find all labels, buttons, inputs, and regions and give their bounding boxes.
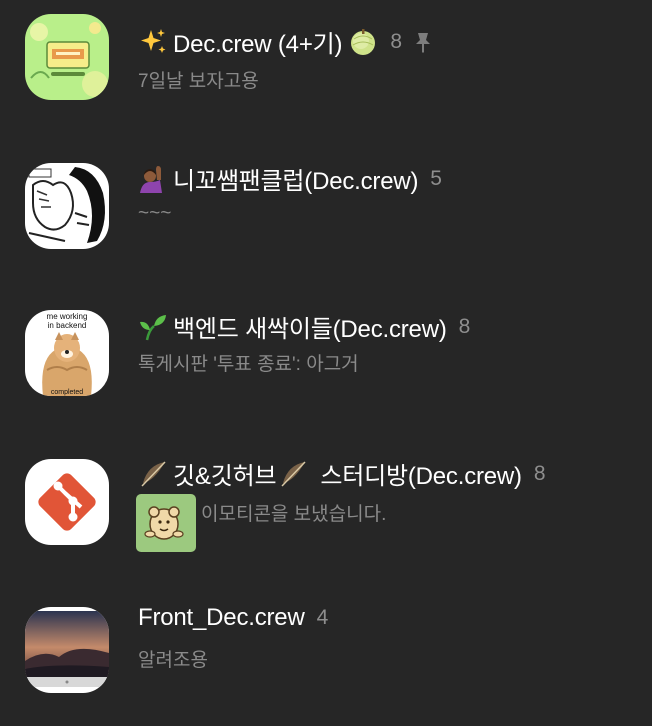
melon-icon [348,27,378,57]
feather-icon [278,459,308,489]
feather-icon [138,459,168,489]
chat-title: 니꼬쌤팬클럽(Dec.crew) [173,168,419,195]
last-message: 알려조용 [138,650,208,671]
chat-item-nico-fanclub[interactable]: 니꼬쌤팬클럽(Dec.crew) 5 ~~~ [0,137,652,277]
last-message: 톡게시판 '투표 종료': 아그거 [138,354,359,375]
chat-item-dec-crew[interactable]: Dec.crew (4+기) 8 7일날 보자고용 [0,0,652,140]
avatar-caption-mid: in backend [48,321,87,330]
chat-title: 백엔드 새싹이들(Dec.crew) [173,316,447,343]
member-count: 8 [533,461,546,485]
chat-title-part2: 스터디방(Dec.crew) [320,463,522,490]
seedling-icon [138,312,168,342]
chat-avatar [25,607,109,693]
chat-item-backend[interactable]: me working in backend completed 백엔드 새싹이들… [0,285,652,425]
member-count: 8 [390,29,402,53]
last-message: 이모티콘을 보냈습니다. [201,504,387,525]
chat-title-part1: 깃&깃허브 [173,463,277,490]
chat-avatar: me working in backend completed [25,310,109,396]
pin-icon [414,31,432,53]
chat-avatar [25,14,109,100]
avatar-caption-top: me working [47,312,88,321]
sparkles-icon [138,27,168,57]
last-message: 7일날 보자고용 [138,71,259,92]
chat-avatar [25,459,109,545]
chat-item-git-study[interactable]: 깃&깃허브 스터디방(Dec.crew) 8 이모티콘을 보냈습니다. [0,432,652,572]
chat-title: Front_Dec.crew [138,604,305,631]
raising-hand-icon [138,164,168,194]
avatar-caption-bottom: completed [51,389,83,396]
last-message: ~~~ [138,203,172,224]
chat-item-front[interactable]: Front_Dec.crew 4 알려조용 [0,582,652,722]
chat-avatar [25,163,109,249]
member-count: 8 [458,314,471,338]
member-count: 5 [430,166,442,190]
sticker-thumbnail [136,494,196,552]
chat-title: Dec.crew (4+기) [173,31,343,58]
member-count: 4 [316,606,329,629]
